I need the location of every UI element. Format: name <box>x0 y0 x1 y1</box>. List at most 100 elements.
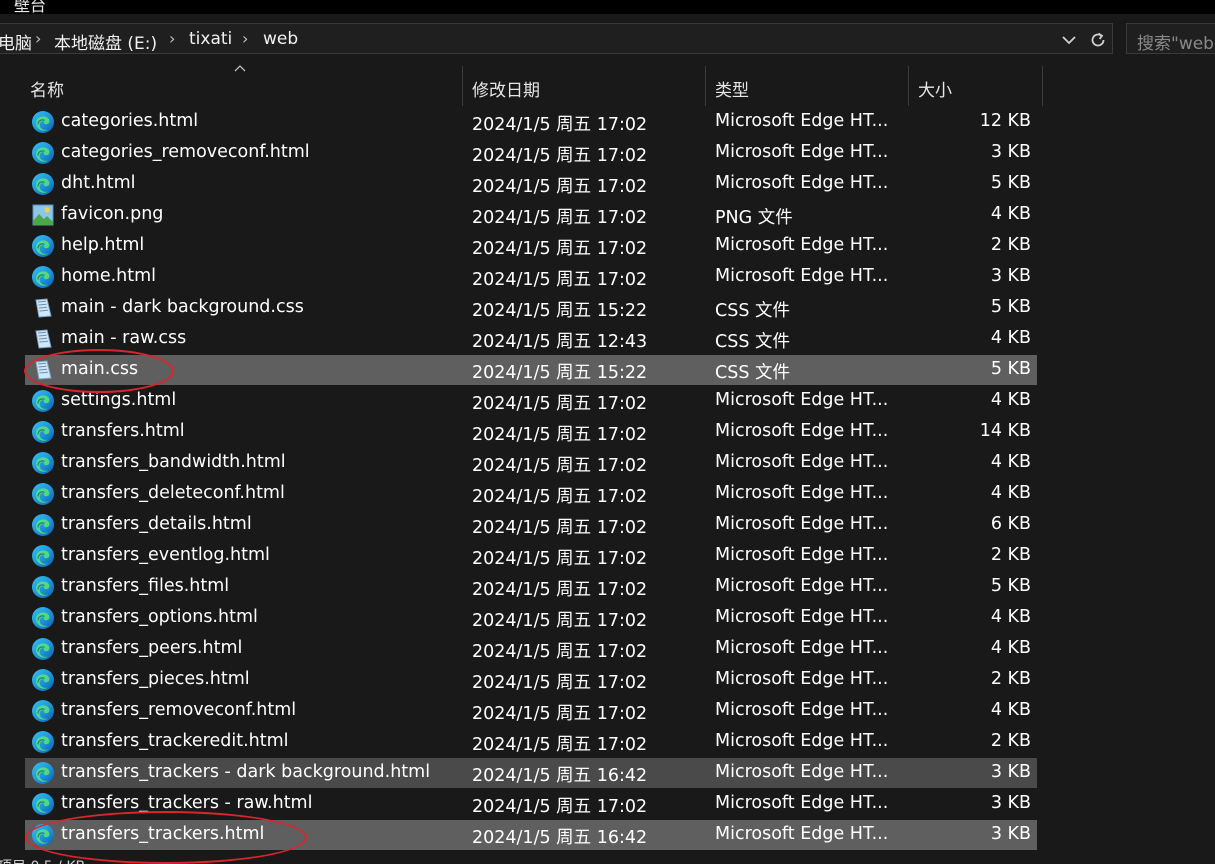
file-size: 5 KB <box>990 297 1031 317</box>
file-row[interactable]: transfers_trackeredit.html 2024/1/5 周五 17… <box>25 727 1037 757</box>
edge-icon <box>31 265 55 289</box>
annotation-circle <box>24 349 174 393</box>
file-name: favicon.png <box>61 204 164 224</box>
file-row[interactable]: dht.html 2024/1/5 周五 17:02 Microsoft Edge … <box>25 169 1037 199</box>
file-date: 2024/1/5 周五 17:02 <box>472 518 648 538</box>
file-size: 14 KB <box>979 421 1031 441</box>
file-type: CSS 文件 <box>715 301 790 321</box>
file-size: 3 KB <box>990 142 1031 162</box>
file-type: Microsoft Edge HT... <box>715 111 889 131</box>
file-date: 2024/1/5 周五 17:02 <box>472 611 648 631</box>
file-type: Microsoft Edge HT... <box>715 824 889 844</box>
file-type: Microsoft Edge HT... <box>715 731 889 751</box>
column-header-date[interactable]: 修改日期 <box>463 66 705 106</box>
file-size: 5 KB <box>990 173 1031 193</box>
css-file-icon <box>31 327 55 351</box>
column-divider[interactable] <box>1042 66 1043 106</box>
file-name: main - raw.css <box>61 328 187 348</box>
file-type: PNG 文件 <box>715 208 793 228</box>
chevron-right-icon[interactable]: › <box>35 29 41 48</box>
file-date: 2024/1/5 周五 17:02 <box>472 642 648 662</box>
file-row[interactable]: transfers_bandwidth.html 2024/1/5 周五 17:0… <box>25 448 1037 478</box>
file-type: Microsoft Edge HT... <box>715 452 889 472</box>
file-row[interactable]: transfers_options.html 2024/1/5 周五 17:02 M… <box>25 603 1037 633</box>
file-date: 2024/1/5 周五 17:02 <box>472 394 648 414</box>
file-row[interactable]: transfers_files.html 2024/1/5 周五 17:02 Mic… <box>25 572 1037 602</box>
file-name: transfers_options.html <box>61 607 258 627</box>
file-row[interactable]: transfers.html 2024/1/5 周五 17:02 Microsoft… <box>25 417 1037 447</box>
file-row[interactable]: home.html 2024/1/5 周五 17:02 Microsoft Edge… <box>25 262 1037 292</box>
file-size: 12 KB <box>979 111 1031 131</box>
search-placeholder: 搜索"web <box>1137 34 1214 54</box>
edge-icon <box>31 761 55 785</box>
edge-icon <box>31 513 55 537</box>
file-type: Microsoft Edge HT... <box>715 266 889 286</box>
file-type: Microsoft Edge HT... <box>715 514 889 534</box>
file-name: transfers_eventlog.html <box>61 545 270 565</box>
file-row[interactable]: transfers_pieces.html 2024/1/5 周五 17:02 Mi… <box>25 665 1037 695</box>
column-header-name[interactable]: 名称 <box>25 66 462 106</box>
file-row[interactable]: main.css 2024/1/5 周五 15:22 CSS 文件 5 KB <box>25 355 1037 385</box>
file-size: 3 KB <box>990 762 1031 782</box>
file-type: CSS 文件 <box>715 332 790 352</box>
address-bar[interactable]: 电脑 › 本地磁盘 (E:) › tixati › web <box>0 23 1113 54</box>
file-name: categories.html <box>61 111 199 131</box>
file-size: 3 KB <box>990 266 1031 286</box>
column-header-size[interactable]: 大小 <box>909 66 1042 106</box>
chevron-down-icon[interactable] <box>1061 32 1077 48</box>
file-row[interactable]: transfers_deleteconf.html 2024/1/5 周五 17:… <box>25 479 1037 509</box>
breadcrumb-this-pc[interactable]: 电脑 <box>0 29 32 54</box>
file-size: 5 KB <box>990 576 1031 596</box>
file-type: Microsoft Edge HT... <box>715 235 889 255</box>
breadcrumb-drive-e[interactable]: 本地磁盘 (E:) <box>54 29 157 54</box>
file-size: 4 KB <box>990 452 1031 472</box>
image-file-icon <box>31 203 55 227</box>
file-name: transfers_trackers - dark background.htm… <box>61 762 431 782</box>
file-date: 2024/1/5 周五 17:02 <box>472 270 648 290</box>
chevron-right-icon[interactable]: › <box>169 29 175 48</box>
column-header-type[interactable]: 类型 <box>706 66 908 106</box>
file-row[interactable]: transfers_peers.html 2024/1/5 周五 17:02 Mic… <box>25 634 1037 664</box>
file-name: transfers_files.html <box>61 576 230 596</box>
file-row[interactable]: favicon.png 2024/1/5 周五 17:02 PNG 文件 4 KB <box>25 200 1037 230</box>
file-size: 4 KB <box>990 483 1031 503</box>
search-input[interactable]: 搜索"web <box>1126 23 1215 54</box>
refresh-icon[interactable] <box>1089 31 1107 49</box>
file-row[interactable]: help.html 2024/1/5 周五 17:02 Microsoft Edge… <box>25 231 1037 261</box>
file-type: Microsoft Edge HT... <box>715 700 889 720</box>
file-name: help.html <box>61 235 145 255</box>
file-row[interactable]: main - dark background.css 2024/1/5 周五 15… <box>25 293 1037 323</box>
file-date: 2024/1/5 周五 17:02 <box>472 208 648 228</box>
file-row[interactable]: transfers_details.html 2024/1/5 周五 17:02 M… <box>25 510 1037 540</box>
file-size: 3 KB <box>990 824 1031 844</box>
file-row[interactable]: categories_removeconf.html 2024/1/5 周五 17… <box>25 138 1037 168</box>
file-type: Microsoft Edge HT... <box>715 483 889 503</box>
file-size: 3 KB <box>990 793 1031 813</box>
file-date: 2024/1/5 周五 16:42 <box>472 828 648 848</box>
file-date: 2024/1/5 周五 17:02 <box>472 549 648 569</box>
file-row[interactable]: transfers_removeconf.html 2024/1/5 周五 17:… <box>25 696 1037 726</box>
file-row[interactable]: settings.html 2024/1/5 周五 17:02 Microsoft … <box>25 386 1037 416</box>
file-type: Microsoft Edge HT... <box>715 762 889 782</box>
window-title: 壁台 <box>14 0 47 14</box>
file-type: CSS 文件 <box>715 363 790 383</box>
file-row[interactable]: transfers_eventlog.html 2024/1/5 周五 17:02… <box>25 541 1037 571</box>
file-size: 4 KB <box>990 607 1031 627</box>
file-row[interactable]: main - raw.css 2024/1/5 周五 12:43 CSS 文件 4 K… <box>25 324 1037 354</box>
file-row[interactable]: transfers_trackers - dark background.htm… <box>25 758 1037 788</box>
file-date: 2024/1/5 周五 17:02 <box>472 735 648 755</box>
file-date: 2024/1/5 周五 17:02 <box>472 239 648 259</box>
file-size: 5 KB <box>990 359 1031 379</box>
edge-icon <box>31 141 55 165</box>
file-date: 2024/1/5 周五 12:43 <box>472 332 648 352</box>
chevron-right-icon[interactable]: › <box>242 29 248 48</box>
file-date: 2024/1/5 周五 17:02 <box>472 797 648 817</box>
breadcrumb-tixati[interactable]: tixati <box>189 29 232 49</box>
edge-icon <box>31 482 55 506</box>
file-type: Microsoft Edge HT... <box>715 421 889 441</box>
edge-icon <box>31 606 55 630</box>
file-name: main - dark background.css <box>61 297 304 317</box>
status-text: 项目 0.5 / KB <box>0 856 85 864</box>
breadcrumb-web[interactable]: web <box>263 29 298 49</box>
file-row[interactable]: categories.html 2024/1/5 周五 17:02 Microsof… <box>25 107 1037 137</box>
